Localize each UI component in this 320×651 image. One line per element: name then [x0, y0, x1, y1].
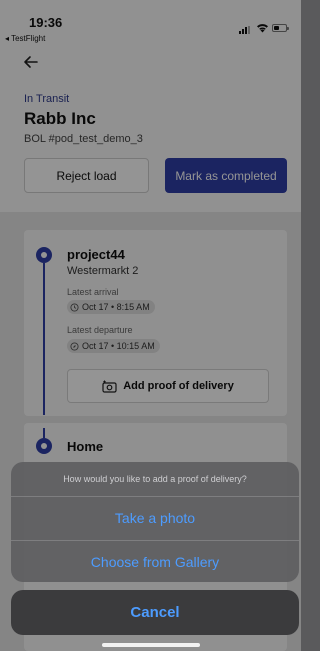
take-photo-option[interactable]: Take a photo — [11, 497, 299, 539]
choose-from-gallery-option[interactable]: Choose from Gallery — [11, 541, 299, 582]
cancel-button[interactable]: Cancel — [11, 590, 299, 635]
action-sheet-title: How would you like to add a proof of del… — [63, 474, 247, 484]
home-indicator — [102, 643, 200, 647]
screen: 19:36 ◂ TestFlight In Transit Rabb Inc B… — [0, 0, 301, 651]
action-sheet: How would you like to add a proof of del… — [11, 462, 299, 582]
